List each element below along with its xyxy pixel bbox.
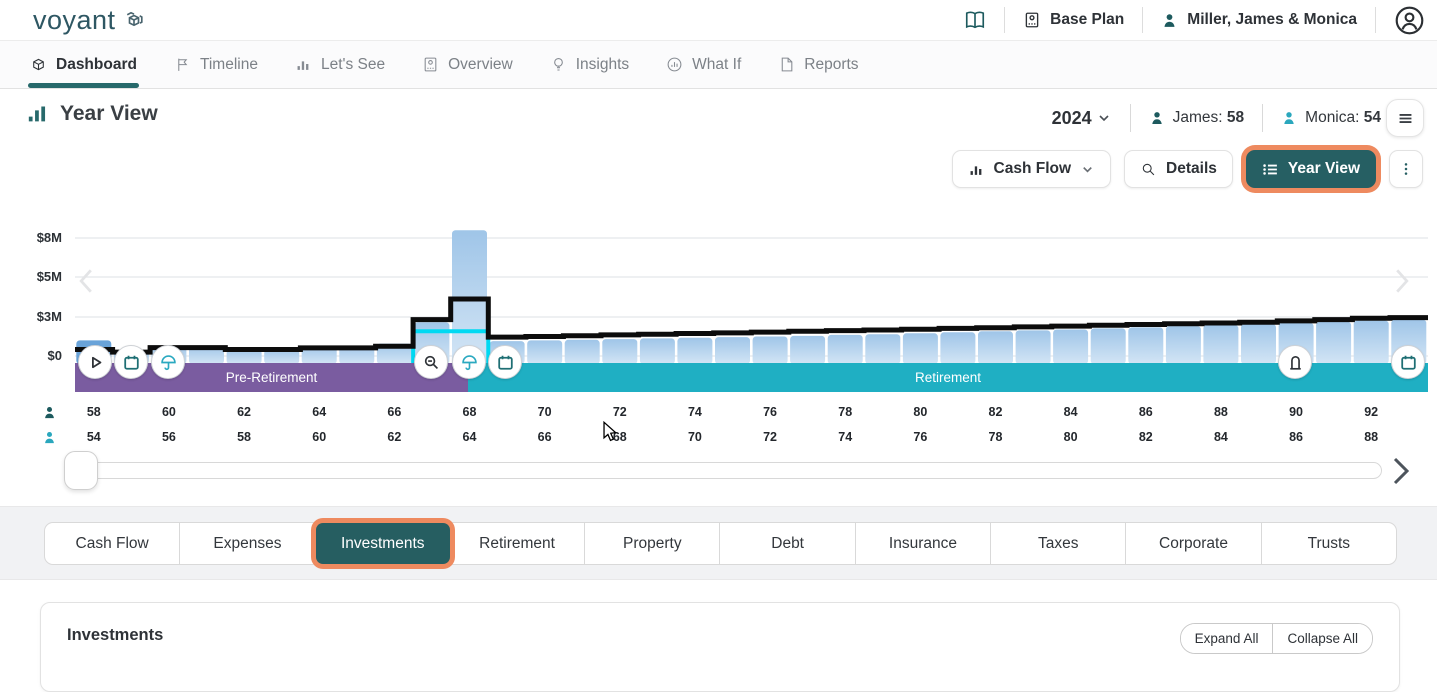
age-label-monica: 84	[1203, 430, 1239, 444]
axis-person-icon-james	[42, 405, 57, 420]
event-marker-calendar-icon[interactable]	[1391, 345, 1425, 379]
age-label-james: 64	[301, 405, 337, 419]
age-label-monica: 70	[677, 430, 713, 444]
chart-pan-right-icon[interactable]	[1394, 262, 1410, 300]
age-label-james: 62	[226, 405, 262, 419]
event-marker-umbrella-icon[interactable]	[452, 345, 486, 379]
tab-retirement[interactable]: Retirement	[450, 523, 585, 564]
mouse-cursor	[602, 421, 619, 443]
age-label-james: 92	[1353, 405, 1389, 419]
age-label-monica: 62	[376, 430, 412, 444]
tab-property[interactable]: Property	[585, 523, 720, 564]
event-marker-zoom-out-icon[interactable]	[414, 345, 448, 379]
age-label-monica: 76	[902, 430, 938, 444]
tab-insurance[interactable]: Insurance	[856, 523, 991, 564]
axis-person-icon-monica	[42, 430, 57, 445]
age-label-james: 90	[1278, 405, 1314, 419]
age-label-monica: 82	[1128, 430, 1164, 444]
collapse-all-button[interactable]: Collapse All	[1272, 624, 1372, 653]
tab-investments[interactable]: Investments	[316, 523, 450, 564]
age-label-james: 84	[1053, 405, 1089, 419]
y-axis-tick-label: $8M	[0, 230, 62, 245]
section-tabs: Cash FlowExpensesInvestmentsRetirementPr…	[44, 522, 1397, 565]
event-marker-tombstone-icon[interactable]	[1278, 345, 1312, 379]
phase-label: Retirement	[915, 370, 981, 385]
age-label-james: 58	[76, 405, 112, 419]
age-label-monica: 66	[527, 430, 563, 444]
tab-cash-flow[interactable]: Cash Flow	[45, 523, 180, 564]
age-label-james: 78	[827, 405, 863, 419]
age-label-monica: 56	[151, 430, 187, 444]
expand-all-button[interactable]: Expand All	[1181, 624, 1273, 653]
timeline-slider-handle[interactable]	[64, 451, 98, 490]
umbrella-icon	[460, 353, 479, 372]
zoom-out-icon	[422, 353, 441, 372]
tombstone-icon	[1286, 353, 1305, 372]
age-label-monica: 80	[1053, 430, 1089, 444]
phase-label: Pre-Retirement	[226, 370, 318, 385]
age-label-monica: 60	[301, 430, 337, 444]
age-label-james: 66	[376, 405, 412, 419]
age-label-monica: 74	[827, 430, 863, 444]
timeline-next-button[interactable]	[1390, 456, 1412, 486]
age-label-monica: 58	[226, 430, 262, 444]
section-tabs-strip: Cash FlowExpensesInvestmentsRetirementPr…	[0, 506, 1437, 580]
age-label-monica: 54	[76, 430, 112, 444]
age-label-james: 86	[1128, 405, 1164, 419]
timeline-slider-track[interactable]	[70, 462, 1382, 479]
calendar-icon	[496, 353, 515, 372]
calendar-icon	[1399, 353, 1418, 372]
age-label-monica: 86	[1278, 430, 1314, 444]
age-label-james: 74	[677, 405, 713, 419]
panel-title: Investments	[67, 626, 163, 645]
chart-pan-left-icon[interactable]	[78, 262, 94, 300]
age-label-james: 76	[752, 405, 788, 419]
y-axis-tick-label: $3M	[0, 309, 62, 324]
age-label-james: 60	[151, 405, 187, 419]
y-axis-tick-label: $5M	[0, 269, 62, 284]
age-label-monica: 64	[451, 430, 487, 444]
umbrella-icon	[159, 353, 178, 372]
event-marker-umbrella-icon[interactable]	[151, 345, 185, 379]
panel-actions: Expand All Collapse All	[1180, 623, 1373, 654]
age-label-james: 72	[602, 405, 638, 419]
tab-trusts[interactable]: Trusts	[1262, 523, 1396, 564]
age-label-james: 82	[977, 405, 1013, 419]
event-marker-calendar-icon[interactable]	[114, 345, 148, 379]
age-label-james: 88	[1203, 405, 1239, 419]
play-icon	[86, 353, 105, 372]
investments-panel: Investments Expand All Collapse All	[40, 602, 1400, 692]
age-label-monica: 88	[1353, 430, 1389, 444]
age-label-james: 70	[527, 405, 563, 419]
event-marker-calendar-icon[interactable]	[488, 345, 522, 379]
tab-expenses[interactable]: Expenses	[180, 523, 315, 564]
calendar-icon	[122, 353, 141, 372]
age-label-monica: 78	[977, 430, 1013, 444]
tab-corporate[interactable]: Corporate	[1126, 523, 1261, 564]
tab-taxes[interactable]: Taxes	[991, 523, 1126, 564]
tab-debt[interactable]: Debt	[720, 523, 855, 564]
age-label-james: 80	[902, 405, 938, 419]
event-marker-play-icon[interactable]	[78, 345, 112, 379]
age-label-james: 68	[451, 405, 487, 419]
age-label-monica: 72	[752, 430, 788, 444]
y-axis-tick-label: $0	[0, 348, 62, 363]
